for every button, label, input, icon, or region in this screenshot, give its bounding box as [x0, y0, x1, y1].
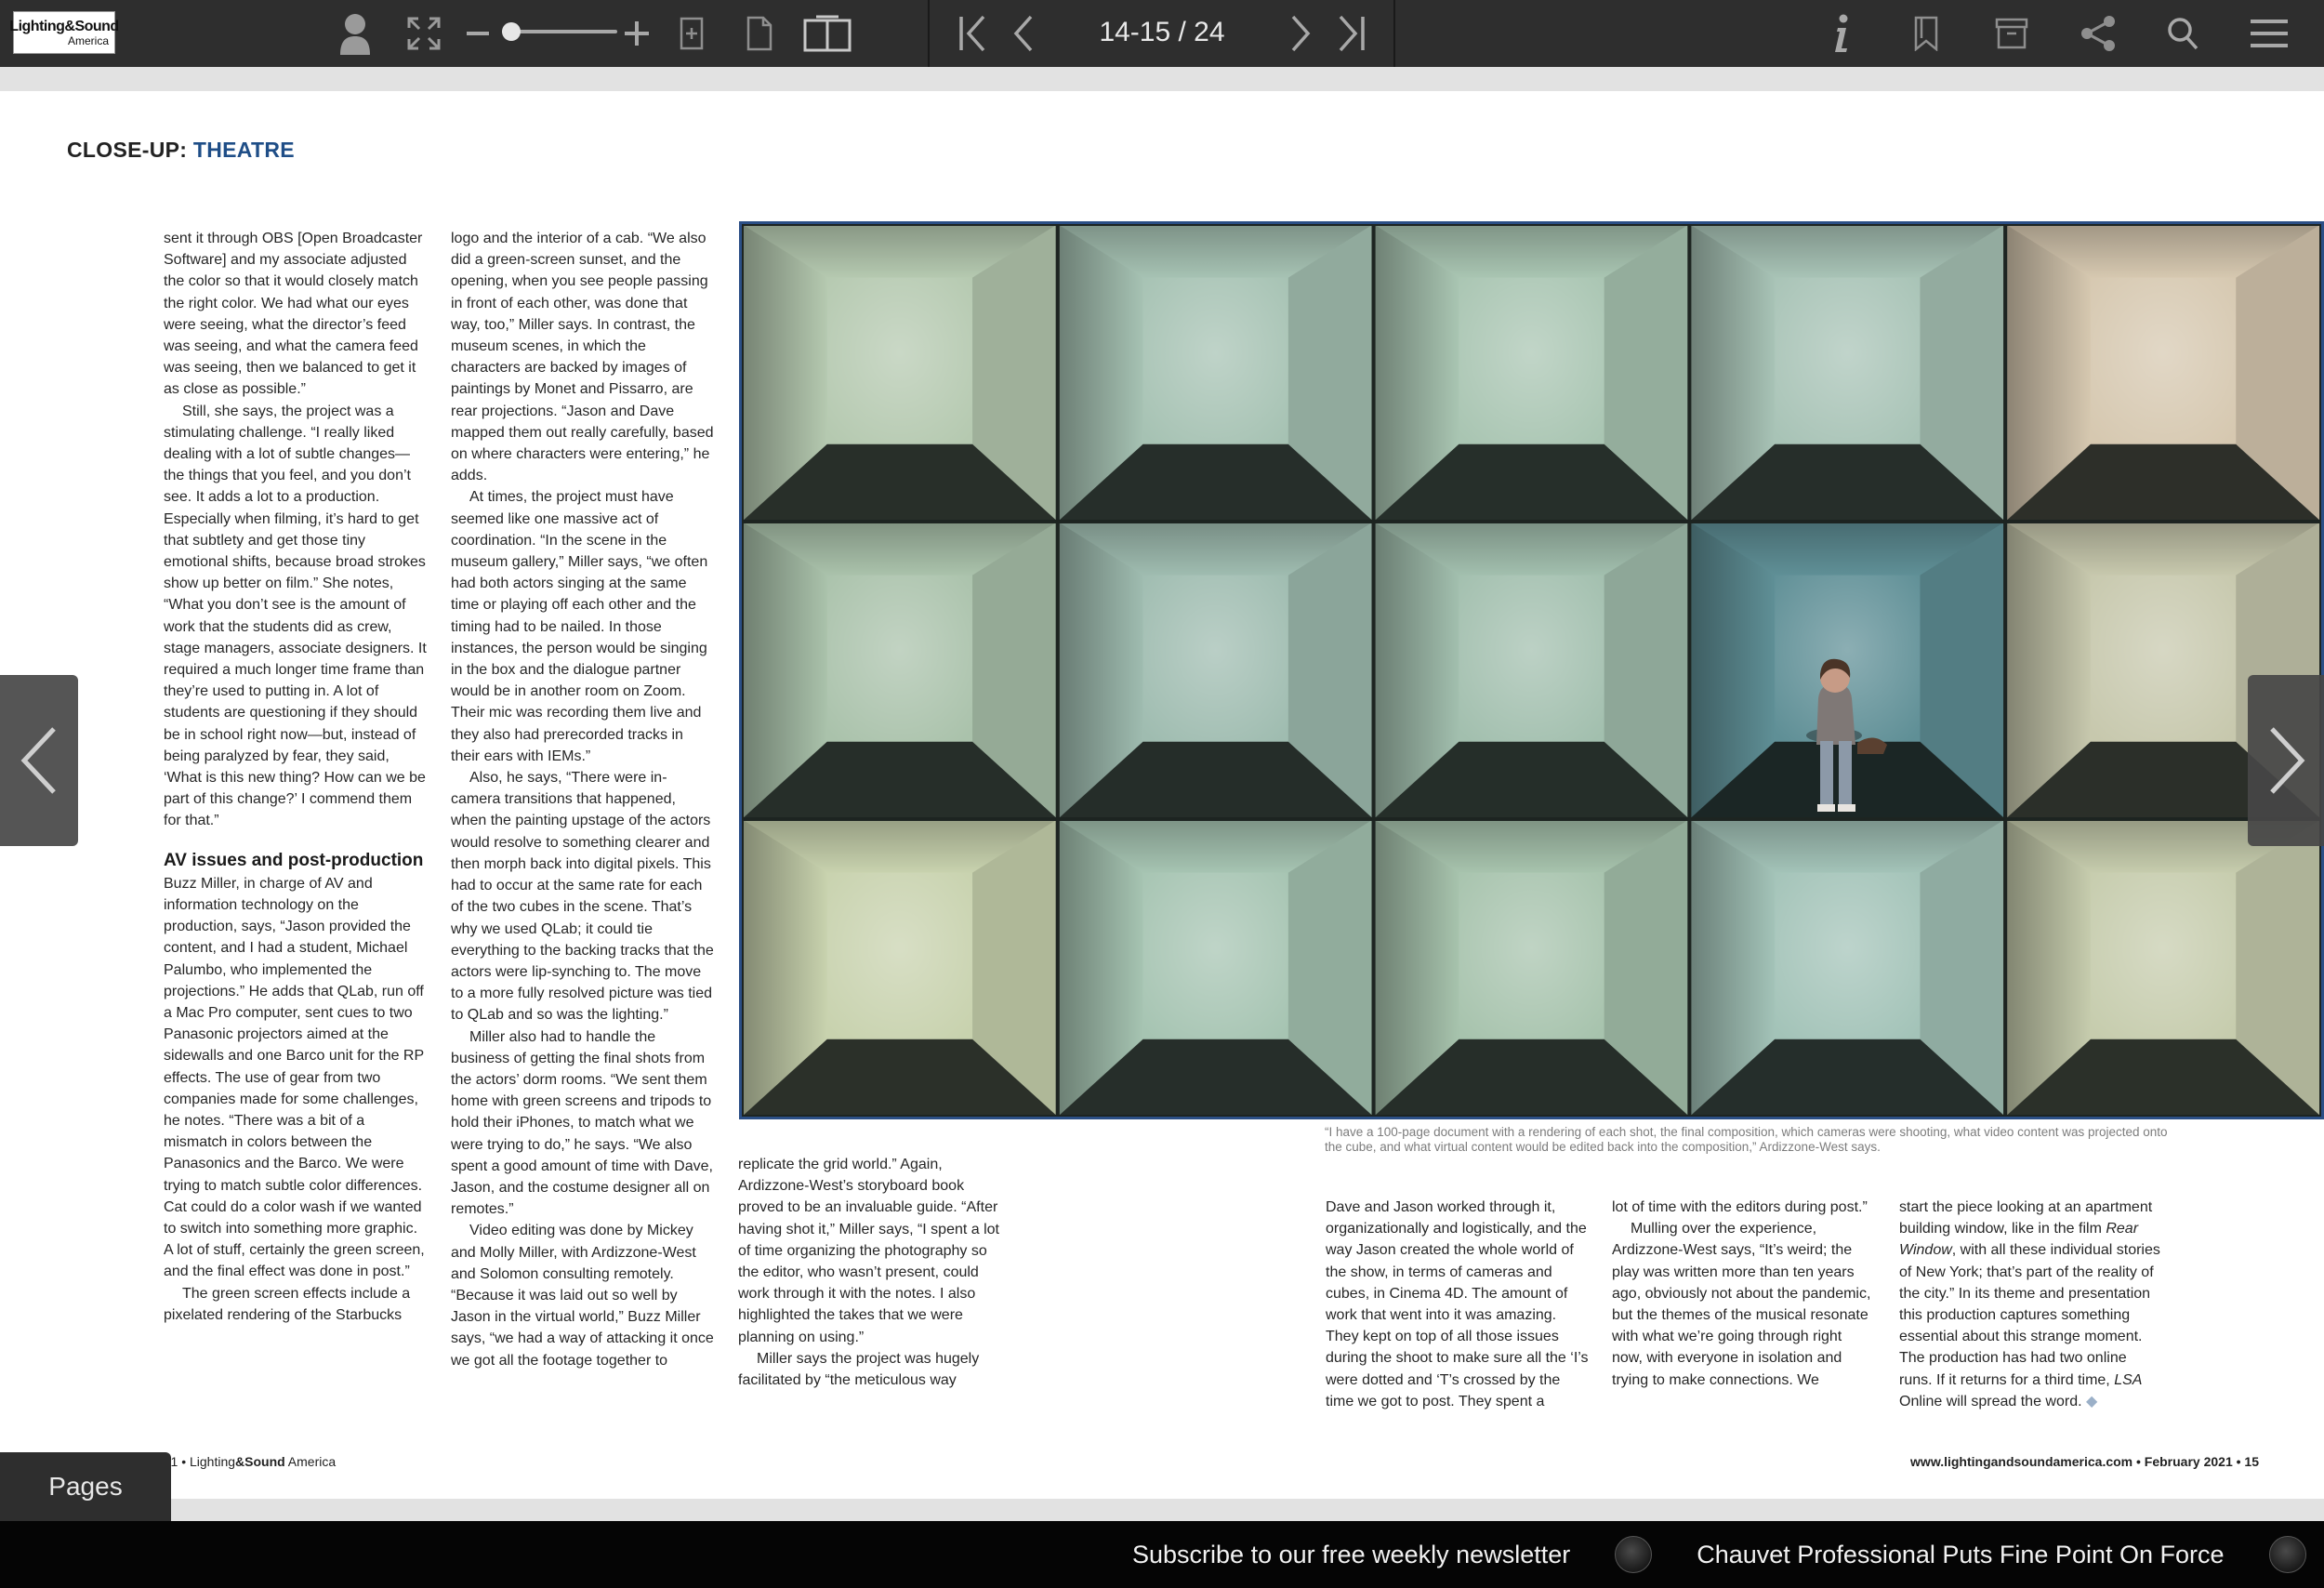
subheading: AV issues and post-production — [164, 850, 424, 870]
folio-right: www.lightingandsoundamerica.com • Februa… — [1910, 1454, 2259, 1469]
paragraph: Mulling over the experience, Ardizzone-W… — [1612, 1221, 1871, 1388]
article-column-2: logo and the interior of a cab. “We also… — [451, 228, 714, 1371]
paragraph: At times, the project must have seemed l… — [451, 489, 708, 764]
fullscreen-icon[interactable] — [403, 13, 444, 54]
article-column-5: lot of time with the editors during post… — [1612, 1197, 1875, 1391]
article-column-1: sent it through OBS [Open Broadcaster So… — [164, 228, 427, 1326]
single-page-icon[interactable] — [744, 13, 775, 54]
paragraph: Video editing was done by Mickey and Mol… — [451, 1223, 714, 1369]
news-ticker: Subscribe to our free weekly newsletter … — [0, 1521, 2324, 1588]
text-run: , with all these individual stories of N… — [1899, 1242, 2160, 1388]
chevron-left-icon — [20, 727, 56, 794]
paragraph: start the piece looking at an apartment … — [1899, 1197, 2162, 1412]
ticker-item[interactable]: Chauvet Professional Puts Fine Point On … — [1697, 1541, 2224, 1569]
next-page-icon[interactable] — [1287, 13, 1314, 54]
article-column-3: replicate the grid world.” Again, Ardizz… — [738, 1154, 1001, 1391]
page-counter: 14-15 / 24 — [1099, 17, 1225, 47]
section-heading-prefix: CLOSE-UP: — [67, 138, 193, 162]
paragraph: The green screen effects include a pixel… — [164, 1285, 411, 1323]
folio-left-tail: America — [284, 1454, 337, 1469]
paragraph: Also, he says, “There were in-camera tra… — [451, 770, 714, 1024]
paragraph: lot of time with the editors during post… — [1612, 1199, 1868, 1215]
share-icon[interactable] — [2079, 13, 2118, 54]
next-page-arrow[interactable] — [2248, 675, 2324, 846]
first-page-icon[interactable] — [956, 13, 989, 54]
toolbar-divider — [928, 0, 930, 67]
search-icon[interactable] — [2164, 13, 2201, 54]
production-photo — [739, 221, 2324, 1119]
logo-line-1: Lighting&Sound — [9, 18, 119, 34]
toolbar-divider — [1393, 0, 1395, 67]
paragraph: Miller also had to handle the business o… — [451, 1028, 713, 1218]
logo-line-2: America — [67, 33, 109, 47]
pages-panel-tab[interactable]: Pages — [0, 1452, 171, 1521]
ticker-item[interactable]: Subscribe to our free weekly newsletter — [1132, 1541, 1570, 1569]
ticker-separator-icon — [1615, 1536, 1653, 1573]
paragraph: sent it through OBS [Open Broadcaster So… — [164, 231, 423, 398]
article-column-4: Dave and Jason worked through it, organi… — [1326, 1197, 1589, 1412]
end-mark-icon: ◆ — [2086, 1393, 2098, 1409]
previous-page-arrow[interactable] — [0, 675, 78, 846]
archive-icon[interactable] — [1993, 15, 2030, 52]
prev-page-icon[interactable] — [1010, 13, 1037, 54]
last-page-icon[interactable] — [1335, 13, 1368, 54]
magazine-viewer: Lighting&Sound America 14-15 / 24 CLOSE-… — [0, 0, 2324, 1588]
paragraph: Still, she says, the project was a stimu… — [164, 403, 427, 829]
paragraph: logo and the interior of a cab. “We also… — [451, 231, 714, 484]
info-icon[interactable] — [1828, 11, 1855, 56]
magazine-spread: CLOSE-UP: THEATRE sent it through OBS [O… — [0, 91, 2324, 1499]
menu-icon[interactable] — [2250, 15, 2289, 52]
text-run-italic: LSA — [2114, 1371, 2143, 1388]
double-page-icon[interactable] — [801, 13, 853, 54]
publication-logo[interactable]: Lighting&Sound America — [9, 11, 119, 54]
folio-left-brand: &Sound — [235, 1454, 285, 1469]
bookmark-icon[interactable] — [1911, 13, 1941, 54]
section-heading-accent: THEATRE — [192, 138, 295, 162]
cube-grid-image — [742, 224, 2321, 1117]
paragraph: Buzz Miller, in charge of AV and informa… — [164, 875, 425, 1280]
text-run: Online will spread the word. — [1899, 1393, 2082, 1409]
photo-caption: “I have a 100-page document with a rende… — [1325, 1125, 2168, 1154]
zoom-in-icon[interactable] — [623, 20, 651, 47]
paragraph: replicate the grid world.” Again, Ardizz… — [738, 1157, 999, 1345]
fit-page-icon[interactable] — [677, 15, 706, 52]
paragraph: Dave and Jason worked through it, organi… — [1326, 1199, 1589, 1409]
paragraph: Miller says the project was hugely facil… — [738, 1350, 980, 1389]
chevron-right-icon — [2270, 727, 2305, 794]
zoom-out-icon[interactable] — [465, 20, 491, 46]
zoom-slider-handle[interactable] — [501, 22, 521, 41]
section-heading: CLOSE-UP: THEATRE — [67, 138, 295, 163]
viewer-toolbar: Lighting&Sound America 14-15 / 24 — [0, 0, 2324, 67]
ticker-separator-icon — [2268, 1536, 2306, 1573]
user-icon[interactable] — [335, 9, 376, 58]
article-column-6: start the piece looking at an apartment … — [1899, 1197, 2162, 1412]
